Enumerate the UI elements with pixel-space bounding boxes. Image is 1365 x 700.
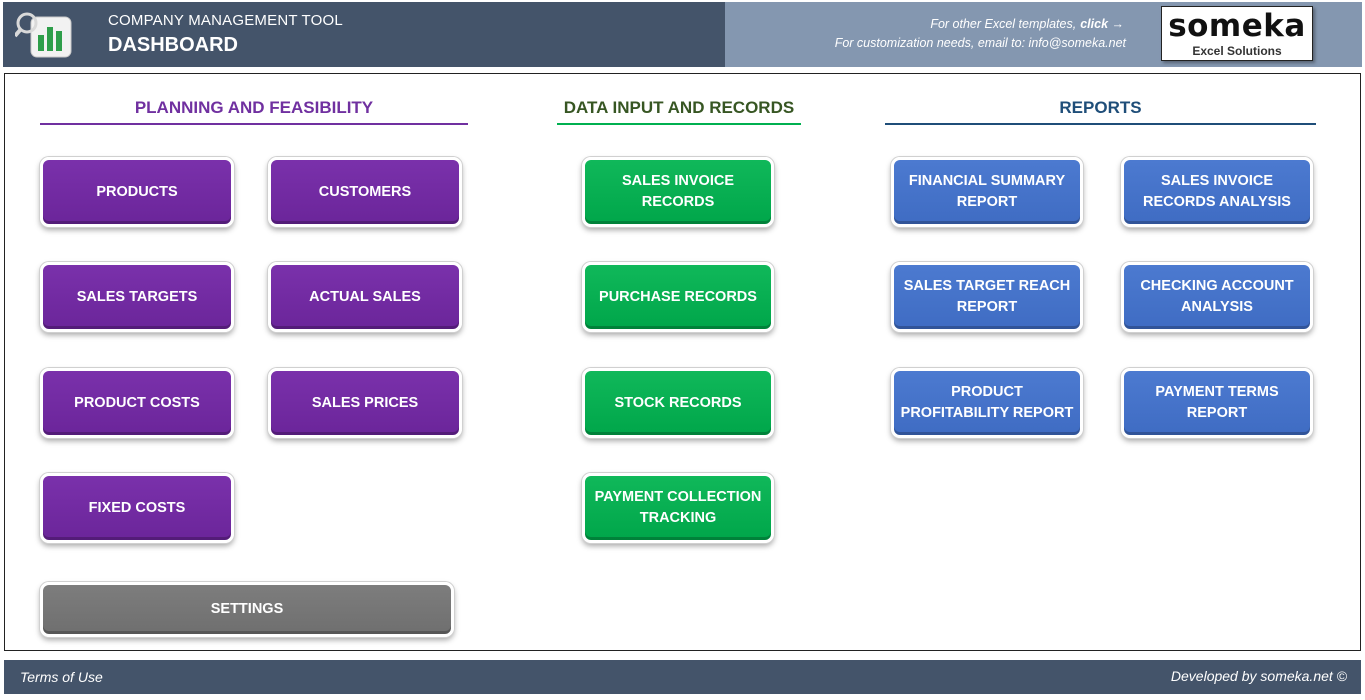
product-profitability-report-button[interactable]: PRODUCT PROFITABILITY REPORT bbox=[891, 368, 1083, 438]
chart-magnifier-icon bbox=[15, 11, 75, 59]
payment-collection-tracking-button[interactable]: PAYMENT COLLECTION TRACKING bbox=[582, 473, 774, 543]
dashboard-panel: PLANNING AND FEASIBILITY PRODUCTS CUSTOM… bbox=[4, 73, 1361, 651]
financial-summary-report-button[interactable]: FINANCIAL SUMMARY REPORT bbox=[891, 157, 1083, 227]
customers-button[interactable]: CUSTOMERS bbox=[268, 157, 462, 227]
footer-bar: Terms of Use Developed by someka.net © bbox=[4, 660, 1361, 694]
logo-text: someka bbox=[1162, 8, 1312, 44]
sales-invoice-records-analysis-button[interactable]: SALES INVOICE RECORDS ANALYSIS bbox=[1121, 157, 1313, 227]
fixed-costs-button[interactable]: FIXED COSTS bbox=[40, 473, 234, 543]
templates-note: For other Excel templates, click → bbox=[930, 17, 1124, 31]
payment-terms-report-button[interactable]: PAYMENT TERMS REPORT bbox=[1121, 368, 1313, 438]
templates-text: For other Excel templates, bbox=[930, 17, 1076, 31]
sales-invoice-records-button[interactable]: SALES INVOICE RECORDS bbox=[582, 157, 774, 227]
logo-subtitle: Excel Solutions bbox=[1162, 44, 1312, 58]
product-costs-button[interactable]: PRODUCT COSTS bbox=[40, 368, 234, 438]
templates-link[interactable]: click → bbox=[1080, 17, 1124, 31]
checking-account-analysis-button[interactable]: CHECKING ACCOUNT ANALYSIS bbox=[1121, 262, 1313, 332]
developed-by-text[interactable]: Developed by someka.net © bbox=[1171, 668, 1347, 684]
page-title: DASHBOARD bbox=[108, 34, 238, 57]
section-title-planning: PLANNING AND FEASIBILITY bbox=[40, 98, 468, 118]
settings-button[interactable]: SETTINGS bbox=[40, 582, 454, 637]
app-subtitle: COMPANY MANAGEMENT TOOL bbox=[108, 12, 343, 29]
actual-sales-button[interactable]: ACTUAL SALES bbox=[268, 262, 462, 332]
sales-targets-button[interactable]: SALES TARGETS bbox=[40, 262, 234, 332]
sales-target-reach-report-button[interactable]: SALES TARGET REACH REPORT bbox=[891, 262, 1083, 332]
sales-prices-button[interactable]: SALES PRICES bbox=[268, 368, 462, 438]
section-title-data-input: DATA INPUT AND RECORDS bbox=[557, 98, 801, 118]
header-bar: COMPANY MANAGEMENT TOOL DASHBOARD For ot… bbox=[3, 2, 1362, 67]
contact-note[interactable]: For customization needs, email to: info@… bbox=[835, 36, 1126, 50]
products-button[interactable]: PRODUCTS bbox=[40, 157, 234, 227]
section-title-reports: REPORTS bbox=[885, 98, 1316, 118]
someka-logo[interactable]: someka Excel Solutions bbox=[1161, 6, 1313, 61]
terms-of-use-link[interactable]: Terms of Use bbox=[20, 669, 103, 685]
section-divider-planning bbox=[40, 123, 468, 125]
purchase-records-button[interactable]: PURCHASE RECORDS bbox=[582, 262, 774, 332]
stock-records-button[interactable]: STOCK RECORDS bbox=[582, 368, 774, 438]
section-divider-data-input bbox=[557, 123, 801, 125]
section-divider-reports bbox=[885, 123, 1316, 125]
